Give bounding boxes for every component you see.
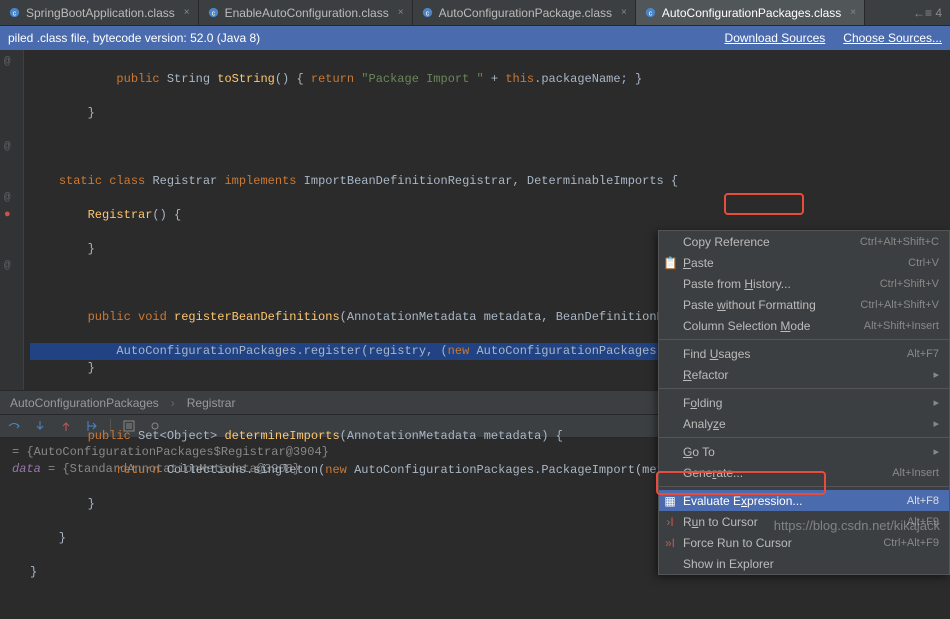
submenu-arrow-icon: ▸: [933, 396, 939, 409]
menu-paste[interactable]: 📋PasteCtrl+V: [659, 252, 949, 273]
close-icon[interactable]: ×: [184, 7, 190, 18]
override-icon: @: [4, 54, 11, 71]
menu-show-in-explorer[interactable]: Show in Explorer: [659, 553, 949, 574]
menu-analyze[interactable]: Analyze▸: [659, 413, 949, 434]
menu-separator: [659, 486, 949, 487]
tab-autoconfigpkg[interactable]: c AutoConfigurationPackage.class ×: [413, 0, 636, 25]
class-file-icon: c: [207, 6, 220, 19]
menu-copy-reference[interactable]: Copy ReferenceCtrl+Alt+Shift+C: [659, 231, 949, 252]
editor-gutter: @ @ @ ● @: [0, 50, 24, 390]
menu-goto[interactable]: Go To▸: [659, 441, 949, 462]
tab-label: EnableAutoConfiguration.class: [225, 6, 389, 20]
menu-paste-history[interactable]: Paste from History...Ctrl+Shift+V: [659, 273, 949, 294]
decompiled-banner: piled .class file, bytecode version: 52.…: [0, 26, 950, 50]
menu-generate[interactable]: Generate...Alt+Insert: [659, 462, 949, 483]
download-sources-link[interactable]: Download Sources: [725, 31, 826, 45]
run-to-cursor-icon: ›I: [663, 515, 677, 529]
menu-refactor[interactable]: Refactor▸: [659, 364, 949, 385]
override-icon: @: [4, 258, 11, 275]
submenu-arrow-icon: ▸: [933, 445, 939, 458]
editor-tabs: c SpringBootApplication.class × c Enable…: [0, 0, 950, 26]
class-file-icon: c: [421, 6, 434, 19]
svg-text:c: c: [13, 8, 17, 17]
class-file-icon: c: [644, 6, 657, 19]
close-icon[interactable]: ×: [621, 7, 627, 18]
menu-force-run-to-cursor[interactable]: »IForce Run to CursorCtrl+Alt+F9: [659, 532, 949, 553]
override-icon: @: [4, 139, 11, 156]
banner-text: piled .class file, bytecode version: 52.…: [8, 31, 260, 45]
override-icon: @: [4, 190, 11, 207]
svg-text:c: c: [648, 8, 652, 17]
menu-folding[interactable]: Folding▸: [659, 392, 949, 413]
menu-separator: [659, 437, 949, 438]
evaluate-icon: ▦: [663, 494, 677, 508]
close-icon[interactable]: ×: [398, 7, 404, 18]
choose-sources-link[interactable]: Choose Sources...: [843, 31, 942, 45]
svg-text:c: c: [425, 8, 429, 17]
menu-evaluate-expression[interactable]: ▦Evaluate Expression...Alt+F8: [659, 490, 949, 511]
tab-label: SpringBootApplication.class: [26, 6, 175, 20]
submenu-arrow-icon: ▸: [933, 417, 939, 430]
close-icon[interactable]: ×: [850, 7, 856, 18]
svg-text:c: c: [211, 8, 215, 17]
force-run-icon: »I: [663, 536, 677, 550]
menu-separator: [659, 388, 949, 389]
tab-label: AutoConfigurationPackages.class: [662, 6, 841, 20]
tab-springbootapp[interactable]: c SpringBootApplication.class ×: [0, 0, 199, 25]
menu-find-usages[interactable]: Find UsagesAlt+F7: [659, 343, 949, 364]
menu-paste-noformat[interactable]: Paste without FormattingCtrl+Alt+Shift+V: [659, 294, 949, 315]
menu-separator: [659, 339, 949, 340]
watermark: https://blog.csdn.net/kikajack: [774, 518, 940, 533]
step-over-icon[interactable]: [6, 418, 22, 434]
tab-label: AutoConfigurationPackage.class: [439, 6, 612, 20]
submenu-arrow-icon: ▸: [933, 368, 939, 381]
class-file-icon: c: [8, 6, 21, 19]
tab-enableautoconfig[interactable]: c EnableAutoConfiguration.class ×: [199, 0, 413, 25]
menu-column-mode[interactable]: Column Selection ModeAlt+Shift+Insert: [659, 315, 949, 336]
tab-overflow[interactable]: ←≡ 4: [905, 6, 950, 20]
tab-autoconfigpkgs[interactable]: c AutoConfigurationPackages.class ×: [636, 0, 865, 25]
paste-icon: 📋: [663, 256, 677, 270]
breakpoint-icon[interactable]: ●: [4, 207, 11, 224]
